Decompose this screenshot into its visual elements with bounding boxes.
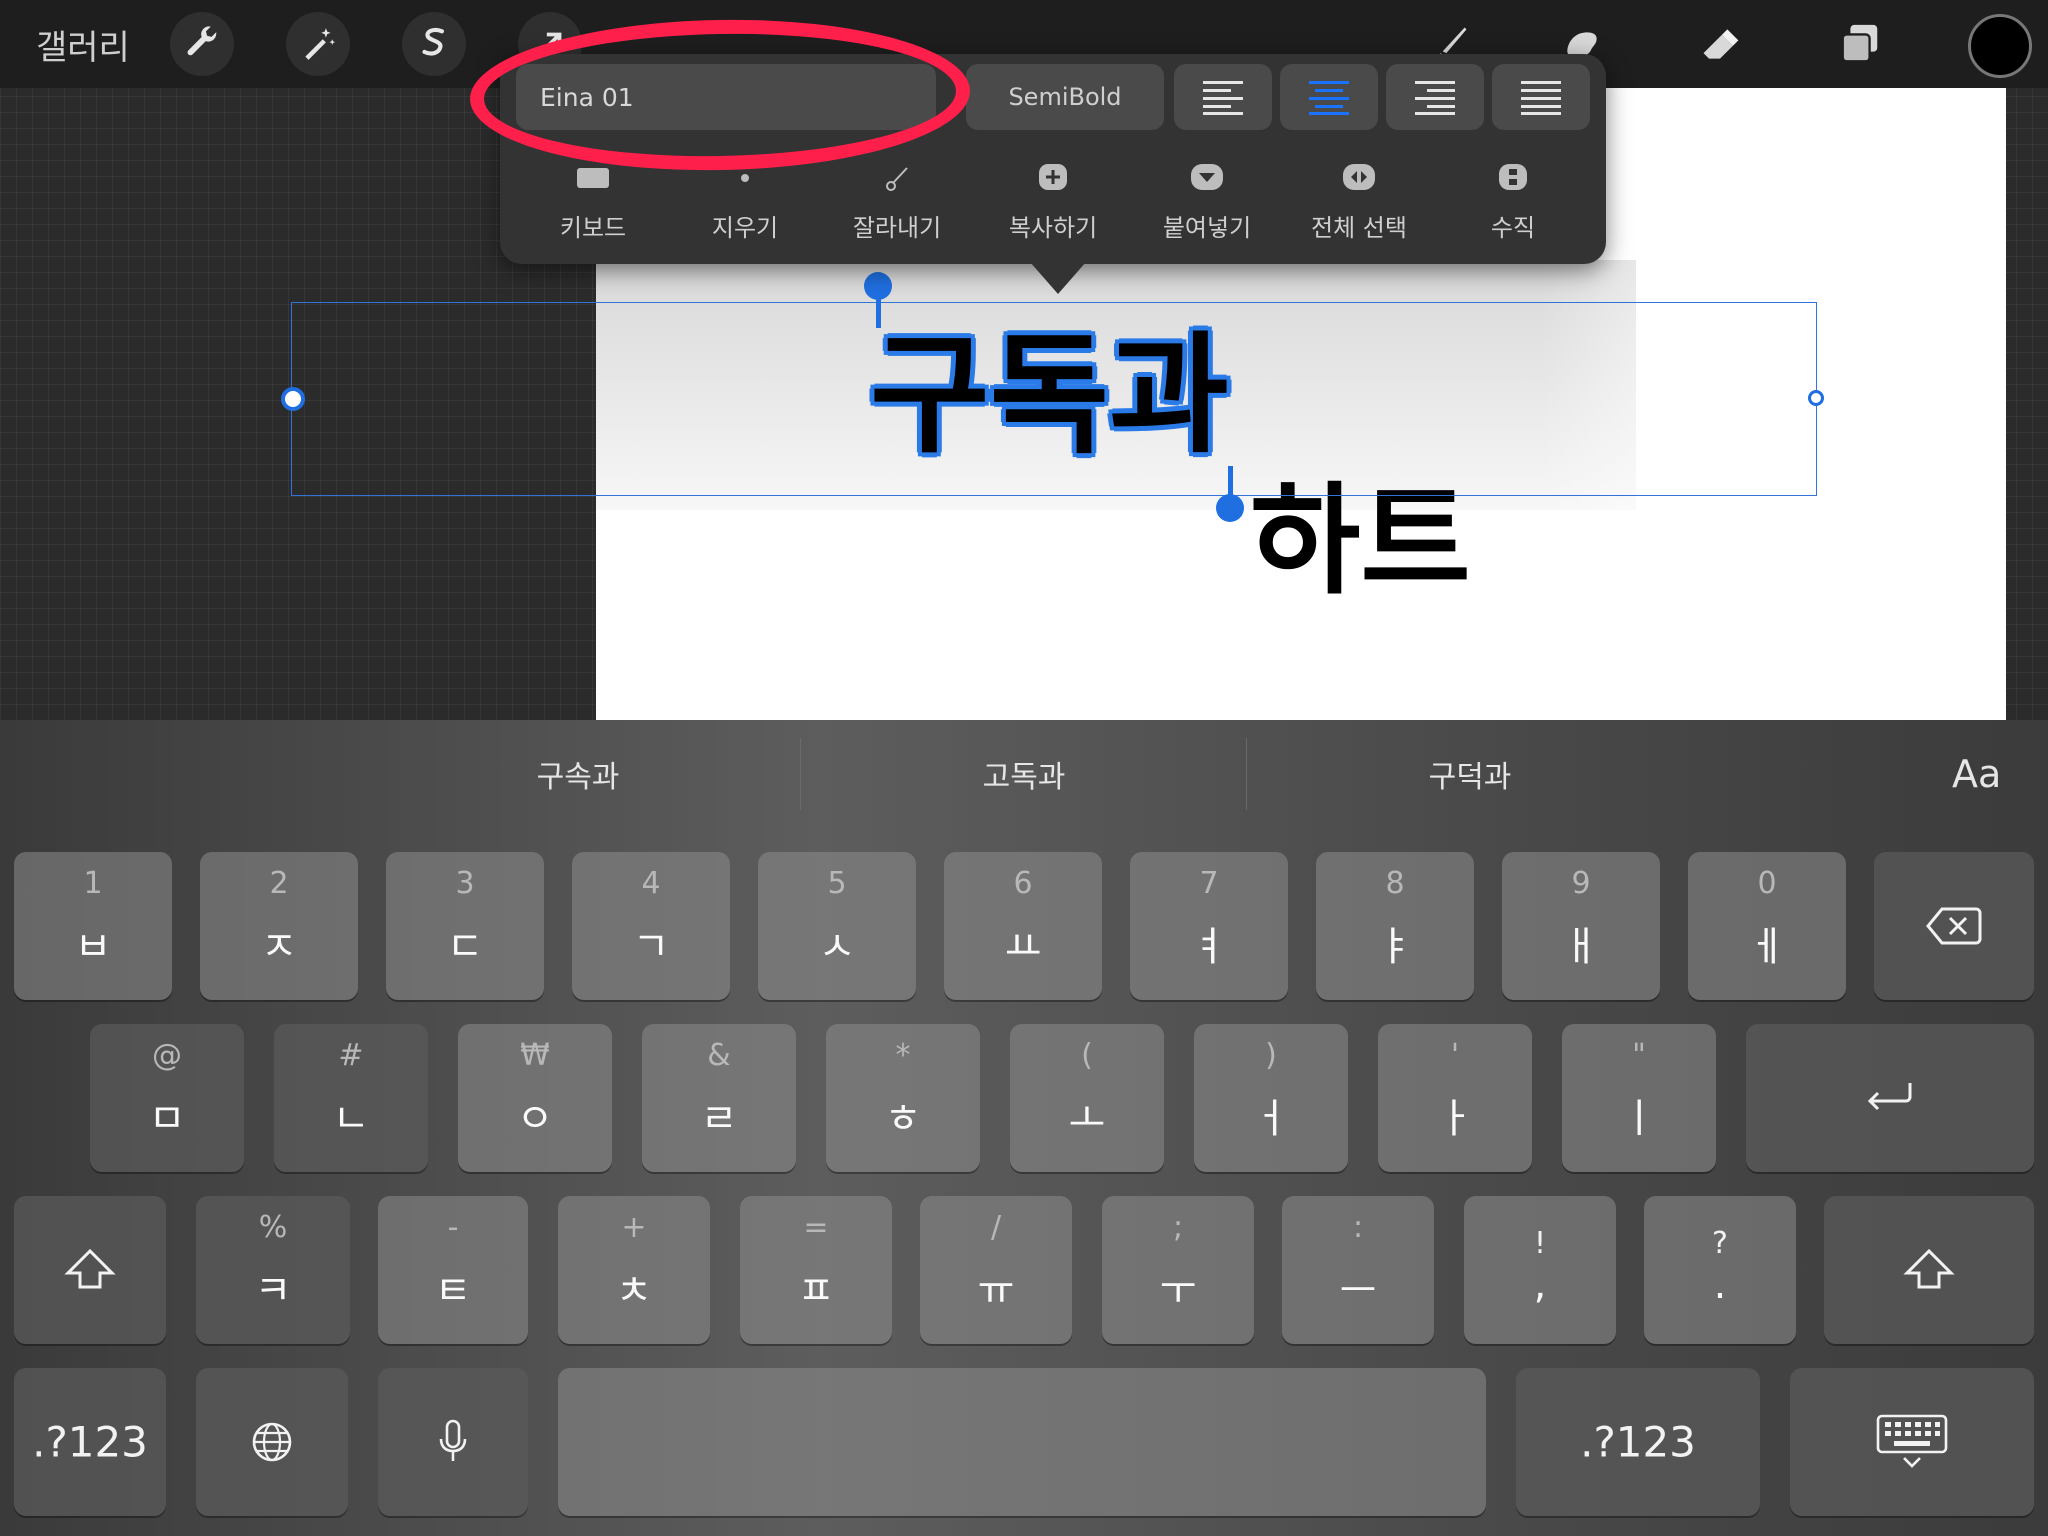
action-label: 붙여넣기 xyxy=(1162,214,1252,242)
action-paste[interactable]: 붙여넣기 xyxy=(1132,160,1282,243)
action-label: 키보드 xyxy=(559,214,627,242)
action-vertical[interactable]: 수직 xyxy=(1438,160,1588,243)
key-ㅋ[interactable]: % ㅋ xyxy=(196,1196,350,1344)
key-ㅇ[interactable]: ₩ ㅇ xyxy=(458,1024,612,1172)
text-box-bounds[interactable] xyxy=(291,302,1817,496)
space-bar[interactable] xyxy=(558,1368,1486,1516)
gallery-button[interactable]: 갤러리 xyxy=(36,20,130,69)
copy-plus-icon xyxy=(978,160,1128,198)
text-box-right-handle[interactable] xyxy=(1808,390,1824,406)
select-all-icon xyxy=(1284,160,1434,198)
key-ㅓ[interactable]: ) ㅓ xyxy=(1194,1024,1348,1172)
color-picker-swatch[interactable] xyxy=(1968,14,2032,78)
keyboard-hide-icon xyxy=(1876,1414,1948,1468)
action-label: 전체 선택 xyxy=(1311,214,1407,242)
selection-end-handle[interactable] xyxy=(1216,494,1244,522)
action-copy[interactable]: 복사하기 xyxy=(978,160,1128,243)
action-keyboard[interactable]: 키보드 xyxy=(518,160,668,243)
suggestion-3[interactable]: 구덕과 xyxy=(1250,752,1690,796)
suggestion-2[interactable]: 고독과 xyxy=(804,752,1244,796)
suggestion-1[interactable]: 구속과 xyxy=(358,752,798,796)
key-ㅁ[interactable]: @ ㅁ xyxy=(90,1024,244,1172)
magic-wand-icon[interactable] xyxy=(286,12,350,76)
paste-down-icon xyxy=(1132,160,1282,198)
microphone-icon xyxy=(439,1419,467,1461)
key-ㅊ[interactable]: + ㅊ xyxy=(558,1196,710,1344)
action-label: 수직 xyxy=(1490,214,1536,242)
dictation-key[interactable] xyxy=(378,1368,528,1516)
action-clear[interactable]: 지우기 xyxy=(670,160,820,243)
globe-icon xyxy=(252,1422,292,1462)
align-justify-icon xyxy=(1521,81,1561,115)
key-ㄴ[interactable]: # ㄴ xyxy=(274,1024,428,1172)
numbers-key-right[interactable]: .?123 xyxy=(1516,1368,1760,1516)
selection-start-caret-line xyxy=(876,296,881,328)
align-left-icon xyxy=(1203,81,1243,115)
delete-key[interactable] xyxy=(1874,852,2034,1000)
key-ㅅ[interactable]: 5ㅅ xyxy=(758,852,916,1000)
align-center-icon xyxy=(1309,81,1349,115)
key-ㅡ[interactable]: :ㅡ xyxy=(1282,1196,1434,1344)
eraser-icon[interactable] xyxy=(1690,14,1750,74)
align-center-button[interactable] xyxy=(1280,64,1378,130)
key-ㅠ[interactable]: / ㅠ xyxy=(920,1196,1072,1344)
dismiss-keyboard-key[interactable] xyxy=(1790,1368,2034,1516)
layers-icon[interactable] xyxy=(1830,14,1890,74)
action-cut[interactable]: 잘라내기 xyxy=(822,160,972,243)
shift-icon xyxy=(64,1248,116,1289)
shift-icon xyxy=(1903,1248,1955,1289)
shift-key-right[interactable] xyxy=(1824,1196,2034,1344)
key-ㅛ[interactable]: 6ㅛ xyxy=(944,852,1102,1000)
key-ㅐ[interactable]: 9ㅐ xyxy=(1502,852,1660,1000)
vertical-text-icon xyxy=(1438,160,1588,198)
backspace-icon xyxy=(1926,907,1982,945)
key-ㅑ[interactable]: 8ㅑ xyxy=(1316,852,1474,1000)
action-label: 복사하기 xyxy=(1008,214,1098,242)
text-format-button[interactable]: Aa xyxy=(1952,752,2001,796)
key-exclaim-comma[interactable]: !, xyxy=(1464,1196,1616,1344)
suggestion-divider xyxy=(1246,738,1247,810)
wrench-icon[interactable] xyxy=(170,12,234,76)
shift-key-left[interactable] xyxy=(14,1196,166,1344)
suggestion-divider xyxy=(800,738,801,810)
key-ㅍ[interactable]: = ㅍ xyxy=(740,1196,892,1344)
key-ㅔ[interactable]: 0ㅔ xyxy=(1688,852,1846,1000)
canvas-text-line2[interactable]: 하트 xyxy=(1250,482,1471,602)
key-ㅗ[interactable]: (ㅗ xyxy=(1010,1024,1164,1172)
return-key[interactable] xyxy=(1746,1024,2034,1172)
key-ㅏ[interactable]: ' ㅏ xyxy=(1378,1024,1532,1172)
key-ㅜ[interactable]: ; ㅜ xyxy=(1102,1196,1254,1344)
numbers-key-left[interactable]: .?123 xyxy=(14,1368,166,1516)
align-right-button[interactable] xyxy=(1386,64,1484,130)
key-ㅎ[interactable]: * ㅎ xyxy=(826,1024,980,1172)
key-ㅌ[interactable]: -ㅌ xyxy=(378,1196,528,1344)
selection-s-icon[interactable] xyxy=(402,12,466,76)
key-ㄷ[interactable]: 3ㄷ xyxy=(386,852,544,1000)
popover-arrow xyxy=(1030,262,1086,294)
action-select-all[interactable]: 전체 선택 xyxy=(1284,160,1434,243)
action-label: 지우기 xyxy=(711,214,779,242)
key-ㅕ[interactable]: 7ㅕ xyxy=(1130,852,1288,1000)
globe-key[interactable] xyxy=(196,1368,348,1516)
align-left-button[interactable] xyxy=(1174,64,1272,130)
align-right-icon xyxy=(1415,81,1455,115)
key-ㄹ[interactable]: & ㄹ xyxy=(642,1024,796,1172)
font-weight-field[interactable]: SemiBold xyxy=(966,64,1164,130)
selection-start-handle[interactable] xyxy=(864,272,892,300)
key-ㄱ[interactable]: 4ㄱ xyxy=(572,852,730,1000)
key-ㅈ[interactable]: 2ㅈ xyxy=(200,852,358,1000)
scissors-icon xyxy=(822,160,972,198)
key-ㅣ[interactable]: " ㅣ xyxy=(1562,1024,1716,1172)
align-justify-button[interactable] xyxy=(1492,64,1590,130)
key-question-period[interactable]: ?. xyxy=(1644,1196,1796,1344)
return-icon xyxy=(1867,1083,1912,1111)
text-box-left-handle[interactable] xyxy=(281,387,305,411)
key-ㅂ[interactable]: 1ㅂ xyxy=(14,852,172,1000)
action-label: 잘라내기 xyxy=(852,214,942,242)
